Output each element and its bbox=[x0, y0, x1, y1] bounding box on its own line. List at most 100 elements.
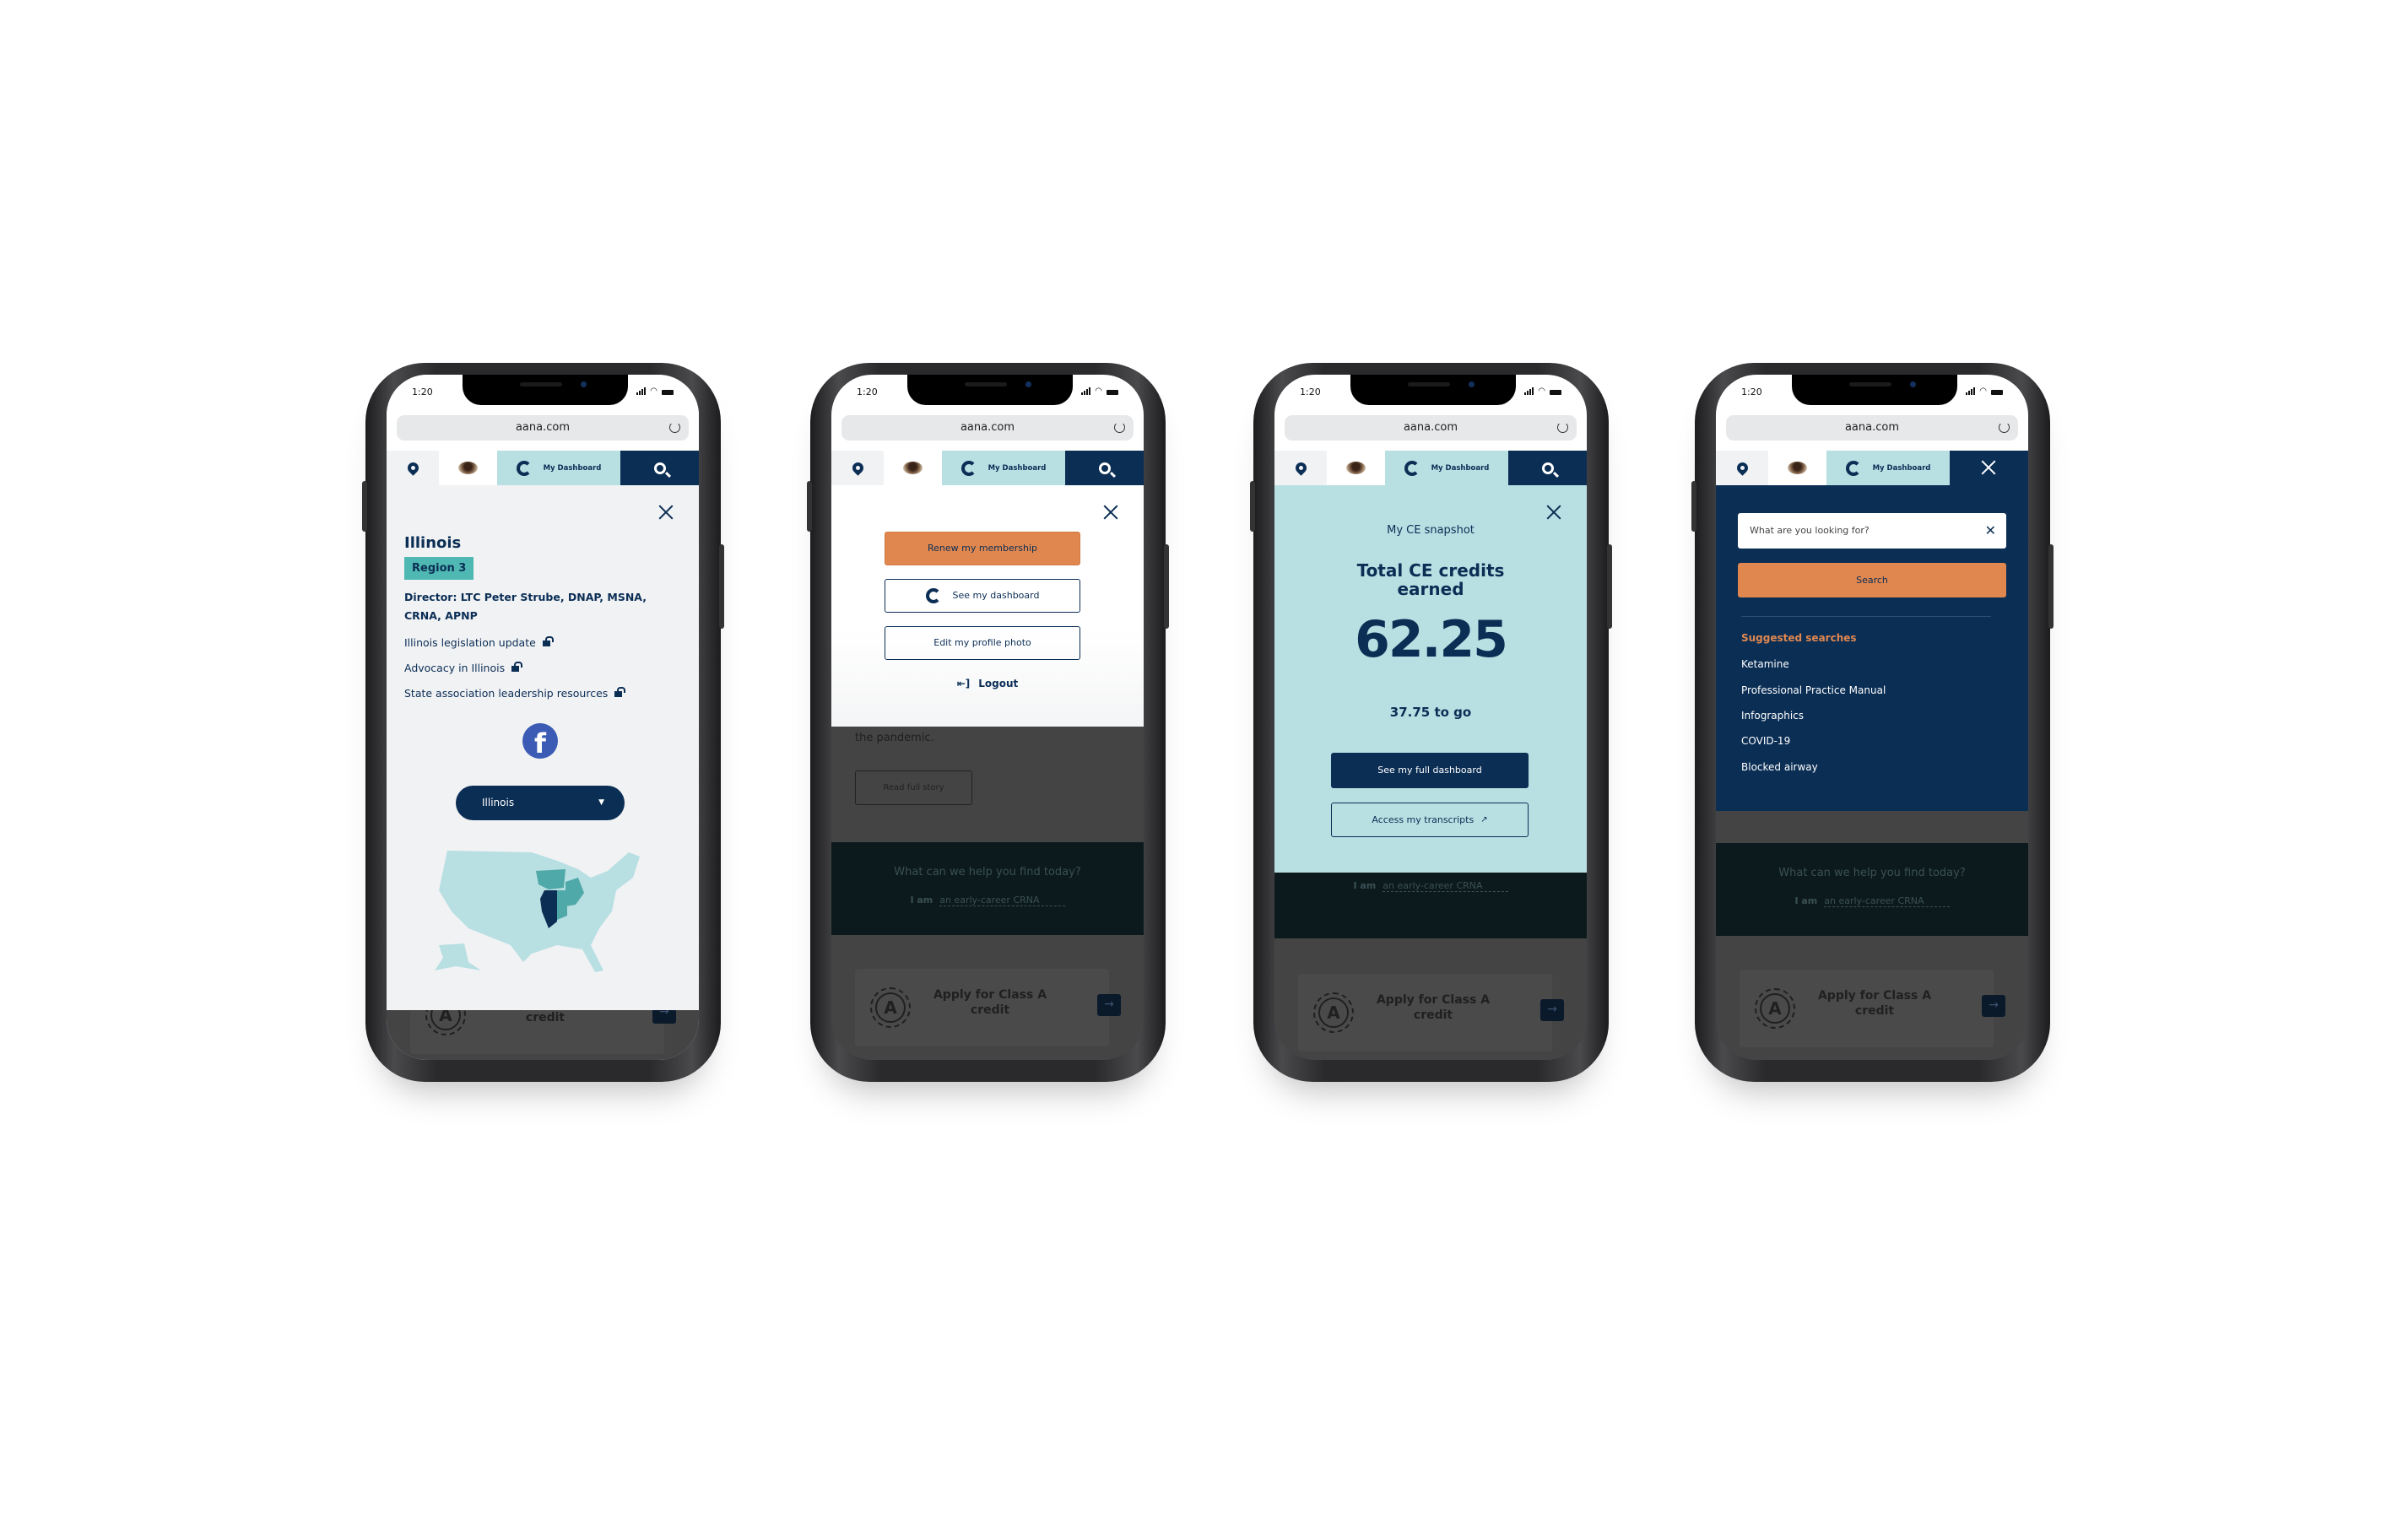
facebook-icon[interactable]: f bbox=[522, 723, 558, 759]
help-finder-band: What can we help you find today? I aman … bbox=[831, 842, 1144, 935]
suggestion-item[interactable]: Professional Practice Manual bbox=[1741, 684, 1886, 696]
read-full-story-button[interactable]: Read full story bbox=[855, 770, 972, 805]
close-icon[interactable] bbox=[1981, 460, 1996, 475]
suggestion-item[interactable]: COVID-19 bbox=[1741, 735, 1790, 747]
reload-icon[interactable] bbox=[669, 422, 680, 433]
logout-link[interactable]: ⇤] Logout bbox=[831, 678, 1144, 689]
nav-location-button[interactable] bbox=[387, 451, 439, 485]
search-input[interactable]: What are you looking for? ✕ bbox=[1738, 513, 2006, 549]
help-finder-band: What can we help you find today? I aman … bbox=[1716, 843, 2028, 936]
class-a-card-title: Apply for Class A credit bbox=[933, 988, 1047, 1017]
suggestion-item[interactable]: Blocked airway bbox=[1741, 761, 1818, 773]
class-a-card-title: Apply for Class A credit bbox=[1376, 993, 1491, 1022]
renew-membership-button[interactable]: Renew my membership bbox=[885, 532, 1080, 565]
url-text: aana.com bbox=[1403, 421, 1458, 434]
address-bar[interactable]: aana.com bbox=[1726, 415, 2018, 441]
close-icon[interactable] bbox=[658, 505, 674, 520]
battery-icon bbox=[1550, 390, 1561, 395]
nav-search-button[interactable] bbox=[1065, 451, 1144, 485]
us-map[interactable] bbox=[430, 844, 650, 979]
url-text: aana.com bbox=[1844, 421, 1900, 434]
ce-remaining: 37.75 to go bbox=[1389, 705, 1472, 720]
address-bar[interactable]: aana.com bbox=[1285, 415, 1577, 441]
suggestion-item[interactable]: Ketamine bbox=[1741, 658, 1789, 670]
status-time: 1:20 bbox=[412, 387, 433, 397]
nav-dashboard-button[interactable]: My Dashboard bbox=[1826, 451, 1950, 485]
full-dashboard-button[interactable]: See my full dashboard bbox=[1331, 753, 1529, 788]
map-usa bbox=[439, 851, 640, 972]
reload-icon[interactable] bbox=[1114, 422, 1125, 433]
clear-icon[interactable]: ✕ bbox=[1985, 513, 1996, 549]
phone-state-panel: 1:20 ◠ aana.com My Dashboard A Apply for… bbox=[362, 363, 724, 1082]
class-a-credit-card[interactable]: A Apply for Class A credit → bbox=[1740, 970, 2005, 1047]
dashboard-donut-icon bbox=[960, 460, 977, 476]
nav-dashboard-button[interactable]: My Dashboard bbox=[942, 451, 1065, 485]
class-a-credit-card[interactable]: A Apply for Class A credit → bbox=[1298, 974, 1564, 1051]
arrow-right-icon[interactable]: → bbox=[1540, 999, 1564, 1021]
close-icon[interactable] bbox=[1103, 505, 1118, 520]
edit-profile-photo-button[interactable]: Edit my profile photo bbox=[885, 626, 1080, 660]
address-bar[interactable]: aana.com bbox=[841, 415, 1134, 441]
wifi-icon: ◠ bbox=[1095, 387, 1102, 396]
status-icons: ◠ bbox=[1966, 387, 2003, 396]
role-select[interactable]: I am an early-career CRNA bbox=[831, 895, 1144, 906]
unlock-icon bbox=[614, 687, 626, 697]
role-select[interactable]: I am an early-career CRNA bbox=[1716, 895, 2028, 907]
dashboard-donut-icon bbox=[1845, 460, 1861, 476]
screen: 1:20 ◠ aana.com My Dashboard the pandemi… bbox=[831, 375, 1144, 1060]
nav-profile-button[interactable] bbox=[1327, 451, 1385, 485]
unlock-icon bbox=[542, 636, 554, 646]
location-pin-icon bbox=[404, 460, 421, 476]
director-text: Director: LTC Peter Strube, DNAP, MSNA, … bbox=[404, 591, 647, 622]
status-icons: ◠ bbox=[636, 387, 674, 396]
link-legislation[interactable]: Illinois legislation update bbox=[404, 636, 554, 649]
seal-icon: A bbox=[870, 987, 911, 1028]
nav-search-button[interactable] bbox=[1508, 451, 1587, 485]
access-transcripts-button[interactable]: Access my transcripts ↗ bbox=[1331, 803, 1529, 837]
nav-dashboard-label: My Dashboard bbox=[1872, 463, 1931, 473]
signal-icon bbox=[636, 387, 647, 395]
wifi-icon: ◠ bbox=[650, 387, 657, 396]
nav-location-button[interactable] bbox=[831, 451, 884, 485]
battery-icon bbox=[1107, 390, 1118, 395]
dashboard-donut-icon bbox=[516, 460, 532, 476]
role-select[interactable]: I am an early-career CRNA bbox=[1274, 880, 1587, 892]
map-indiana bbox=[557, 890, 567, 920]
nav-dashboard-button[interactable]: My Dashboard bbox=[1385, 451, 1508, 485]
signal-icon bbox=[1081, 387, 1091, 395]
unlock-icon bbox=[511, 662, 523, 672]
arrow-right-icon[interactable]: → bbox=[1097, 994, 1121, 1016]
search-button[interactable]: Search bbox=[1738, 563, 2006, 597]
avatar bbox=[458, 462, 478, 474]
address-bar[interactable]: aana.com bbox=[397, 415, 689, 441]
close-search-button[interactable] bbox=[1950, 451, 2028, 485]
close-icon[interactable] bbox=[1546, 505, 1561, 520]
nav-profile-button[interactable] bbox=[1768, 451, 1826, 485]
screen: 1:20 ◠ aana.com My Dashboard What can we… bbox=[1274, 375, 1587, 1060]
link-advocacy[interactable]: Advocacy in Illinois bbox=[404, 662, 523, 674]
arrow-right-icon[interactable]: → bbox=[1982, 995, 2005, 1017]
reload-icon[interactable] bbox=[1557, 422, 1568, 433]
avatar bbox=[1346, 462, 1366, 474]
status-time: 1:20 bbox=[1741, 387, 1762, 397]
nav-search-button[interactable] bbox=[620, 451, 699, 485]
url-text: aana.com bbox=[960, 421, 1015, 434]
suggestion-item[interactable]: Infographics bbox=[1741, 710, 1804, 722]
see-dashboard-button[interactable]: See my dashboard bbox=[885, 579, 1080, 613]
external-link-icon: ↗ bbox=[1480, 814, 1488, 824]
status-icons: ◠ bbox=[1524, 387, 1561, 396]
nav-location-button[interactable] bbox=[1716, 451, 1768, 485]
status-time: 1:20 bbox=[857, 387, 878, 397]
nav-dashboard-button[interactable]: My Dashboard bbox=[497, 451, 620, 485]
nav-profile-button[interactable] bbox=[439, 451, 497, 485]
state-select[interactable]: Illinois ▼ bbox=[456, 786, 625, 820]
nav-location-button[interactable] bbox=[1274, 451, 1327, 485]
link-leadership-resources[interactable]: State association leadership resources bbox=[404, 687, 626, 700]
phone-notch bbox=[907, 375, 1073, 405]
class-a-credit-card[interactable]: A Apply for Class A credit → bbox=[855, 969, 1121, 1046]
phone-ce-snapshot: 1:20 ◠ aana.com My Dashboard What can we… bbox=[1250, 363, 1612, 1082]
nav-profile-button[interactable] bbox=[884, 451, 942, 485]
reload-icon[interactable] bbox=[1999, 422, 2010, 433]
top-nav: My Dashboard bbox=[831, 451, 1144, 485]
status-time: 1:20 bbox=[1300, 387, 1321, 397]
